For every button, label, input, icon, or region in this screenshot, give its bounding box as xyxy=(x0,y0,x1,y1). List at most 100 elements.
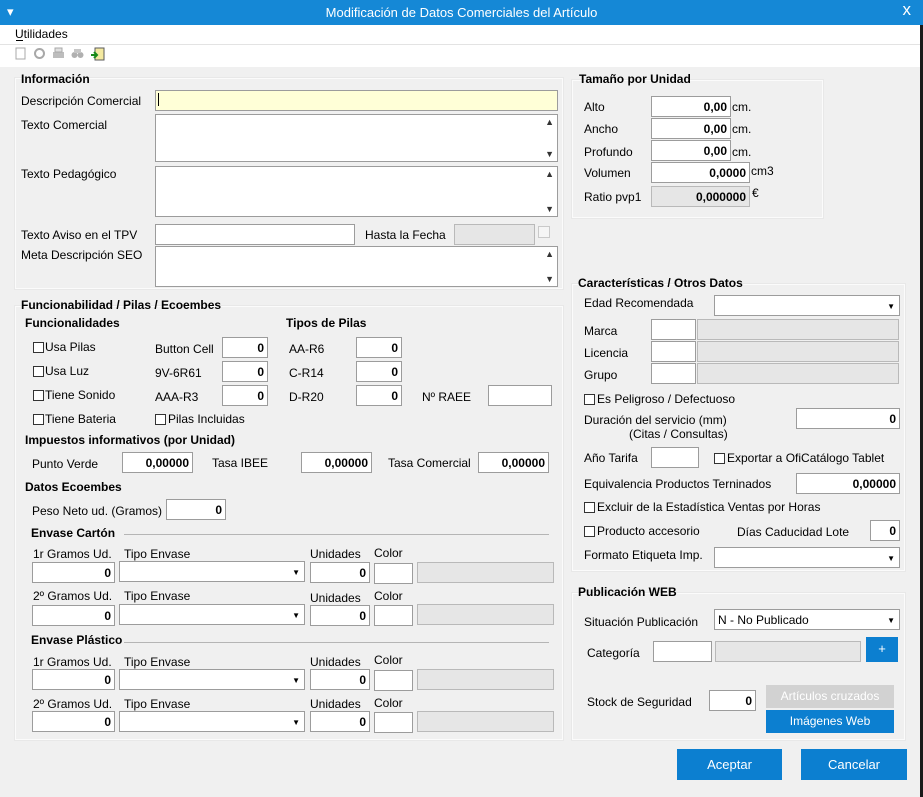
button-cell-label: Button Cell xyxy=(155,342,214,356)
scroll-down-icon[interactable]: ▼ xyxy=(545,204,554,214)
new-doc-icon[interactable] xyxy=(12,47,29,64)
aviso-label: Texto Aviso en el TPV xyxy=(21,228,138,242)
texto-comercial-textarea[interactable]: ▲ ▼ xyxy=(155,114,558,162)
window-title: Modificación de Datos Comerciales del Ar… xyxy=(325,5,598,20)
alto-input[interactable] xyxy=(651,96,731,117)
peso-input[interactable] xyxy=(166,499,226,520)
scroll-up-icon[interactable]: ▲ xyxy=(545,117,554,127)
print-icon[interactable] xyxy=(50,47,67,64)
carton-row2-unidades-input[interactable] xyxy=(310,605,370,626)
chevron-down-icon: ▼ xyxy=(887,302,895,311)
scroll-down-icon[interactable]: ▼ xyxy=(545,149,554,159)
d-label: D-R20 xyxy=(289,390,324,404)
carton-row1-gramos-input[interactable] xyxy=(32,562,115,583)
c-input[interactable] xyxy=(356,361,402,382)
categoria-code-input[interactable] xyxy=(653,641,712,662)
plastico-row2-tipo-select[interactable]: ▼ xyxy=(119,711,305,732)
meta-textarea[interactable]: ▲ ▼ xyxy=(155,246,558,287)
binoculars-icon[interactable] xyxy=(69,47,86,64)
grupo-code-input[interactable] xyxy=(651,363,696,384)
equivalencia-input[interactable] xyxy=(796,473,900,494)
plastico-row1-tipo-select[interactable]: ▼ xyxy=(119,669,305,690)
categoria-label: Categoría xyxy=(587,646,640,660)
duracion-label: Duración del servicio (mm) xyxy=(584,413,727,427)
plastico-row1-gramos-input[interactable] xyxy=(32,669,115,690)
edad-select[interactable]: ▼ xyxy=(714,295,900,316)
ratio-label: Ratio pvp1 xyxy=(584,190,642,204)
texto-comercial-label: Texto Comercial xyxy=(21,118,108,132)
ancho-input[interactable] xyxy=(651,118,731,139)
grupo-name-input xyxy=(697,363,899,384)
ecoembes-heading: Datos Ecoembes xyxy=(25,480,122,494)
toolbar xyxy=(0,45,923,67)
aaa-label: AAA-R3 xyxy=(155,390,199,404)
calendar-icon[interactable] xyxy=(538,226,550,238)
chevron-down-icon: ▼ xyxy=(292,718,300,727)
situacion-value: N - No Publicado xyxy=(718,613,809,627)
profundo-input[interactable] xyxy=(651,140,731,161)
plastico-row1-color-input[interactable] xyxy=(374,670,413,691)
plastico-row1-tipo-label: Tipo Envase xyxy=(124,655,191,669)
aaa-input[interactable] xyxy=(222,385,268,406)
carton-row1-tipo-select[interactable]: ▼ xyxy=(119,561,305,582)
scroll-up-icon[interactable]: ▲ xyxy=(545,249,554,259)
situacion-select[interactable]: N - No Publicado ▼ xyxy=(714,609,900,630)
articulos-cruzados-button[interactable]: Artículos cruzados xyxy=(766,685,894,708)
peligroso-checkbox[interactable] xyxy=(584,394,595,405)
exportar-checkbox[interactable] xyxy=(714,453,725,464)
marca-code-input[interactable] xyxy=(651,319,696,340)
carton-row2-color-input[interactable] xyxy=(374,605,413,626)
carton-row1-unidades-input[interactable] xyxy=(310,562,370,583)
usa-pilas-checkbox[interactable] xyxy=(33,342,44,353)
plastico-row2-color-input[interactable] xyxy=(374,712,413,733)
plastico-row1-unidades-input[interactable] xyxy=(310,669,370,690)
button-cell-input[interactable] xyxy=(222,337,268,358)
scroll-up-icon[interactable]: ▲ xyxy=(545,169,554,179)
close-icon[interactable]: x xyxy=(903,0,912,20)
duracion-input[interactable] xyxy=(796,408,900,429)
menu-utilidades[interactable]: Utilidades xyxy=(15,27,68,41)
marca-label: Marca xyxy=(584,324,618,338)
9v-input[interactable] xyxy=(222,361,268,382)
alto-unit: cm. xyxy=(732,100,752,114)
aa-input[interactable] xyxy=(356,337,402,358)
dias-caducidad-input[interactable] xyxy=(870,520,900,541)
ancho-unit: cm. xyxy=(732,122,752,136)
d-input[interactable] xyxy=(356,385,402,406)
aviso-input[interactable] xyxy=(155,224,355,245)
accesorio-checkbox[interactable] xyxy=(584,526,595,537)
stock-input[interactable] xyxy=(709,690,756,711)
refresh-icon[interactable] xyxy=(31,47,48,64)
usa-luz-checkbox[interactable] xyxy=(33,366,44,377)
excluir-checkbox[interactable] xyxy=(584,502,595,513)
scroll-down-icon[interactable]: ▼ xyxy=(545,274,554,284)
tasa-ibee-input[interactable] xyxy=(301,452,372,473)
carton-row2-tipo-select[interactable]: ▼ xyxy=(119,604,305,625)
imagenes-web-button[interactable]: Imágenes Web xyxy=(766,710,894,733)
chevron-down-icon: ▼ xyxy=(887,616,895,625)
ano-tarifa-input[interactable] xyxy=(651,447,699,468)
plastico-row2-unidades-input[interactable] xyxy=(310,711,370,732)
carton-row1-color-input[interactable] xyxy=(374,563,413,584)
formato-select[interactable]: ▼ xyxy=(714,547,900,568)
tiene-sonido-checkbox[interactable] xyxy=(33,390,44,401)
add-categoria-button[interactable]: + xyxy=(866,637,898,662)
texto-pedagogico-textarea[interactable]: ▲ ▼ xyxy=(155,166,558,217)
exit-icon[interactable] xyxy=(89,47,106,64)
pilas-incluidas-checkbox[interactable] xyxy=(155,414,166,425)
licencia-code-input[interactable] xyxy=(651,341,696,362)
cancelar-button[interactable]: Cancelar xyxy=(801,749,907,780)
aceptar-button[interactable]: Aceptar xyxy=(677,749,782,780)
plastico-row2-gramos-input[interactable] xyxy=(32,711,115,732)
tamano-heading: Tamaño por Unidad xyxy=(579,72,691,86)
descripcion-input[interactable] xyxy=(155,90,558,111)
cancelar-label: Cancelar xyxy=(827,757,881,772)
tasa-comercial-input[interactable] xyxy=(478,452,549,473)
accesorio-label: Producto accesorio xyxy=(597,524,700,538)
ancho-label: Ancho xyxy=(584,122,619,136)
tiene-bateria-checkbox[interactable] xyxy=(33,414,44,425)
raee-input[interactable] xyxy=(488,385,552,406)
carton-row2-gramos-input[interactable] xyxy=(32,605,115,626)
punto-verde-input[interactable] xyxy=(122,452,193,473)
volumen-input[interactable] xyxy=(651,162,750,183)
